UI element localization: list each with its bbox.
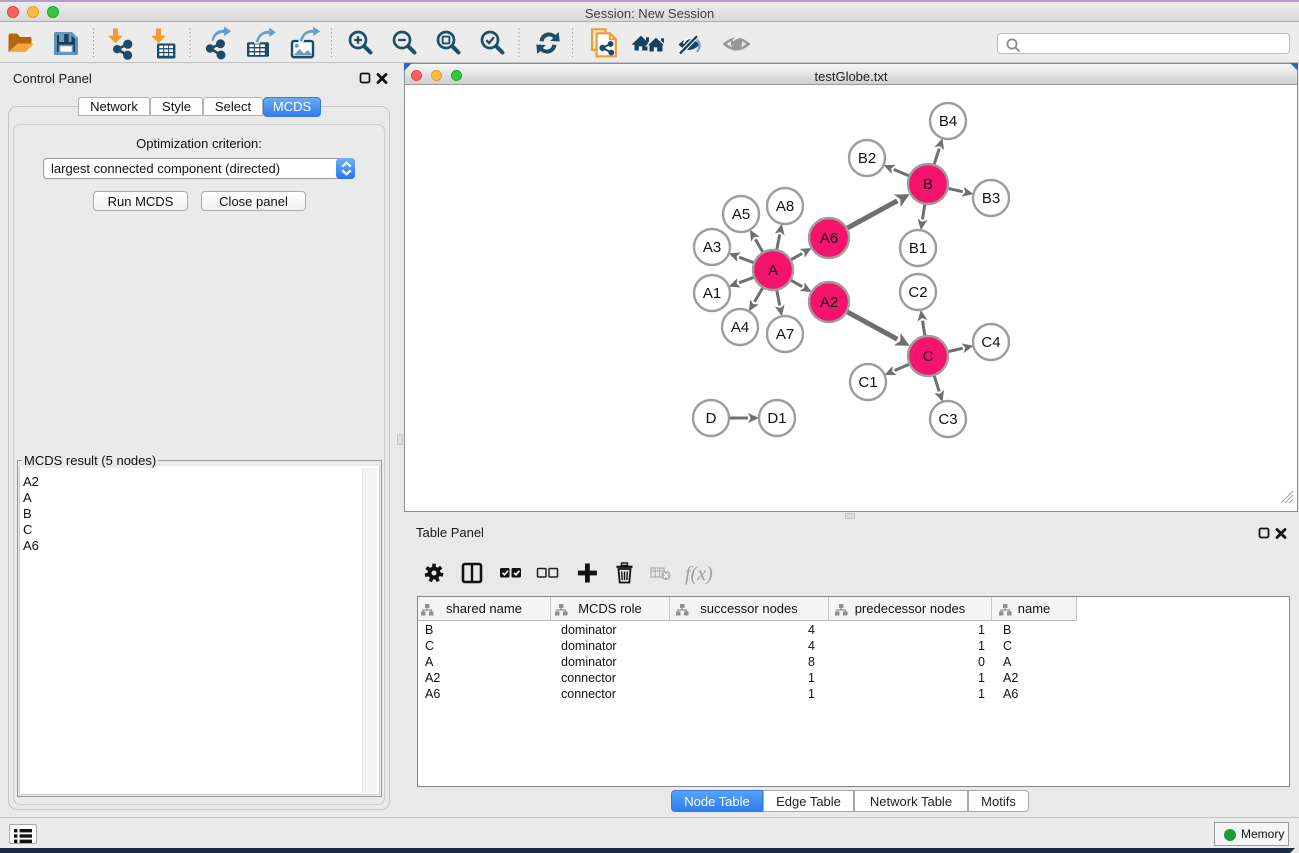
svg-text:B4: B4	[939, 113, 957, 130]
svg-text:f(x): f(x)	[685, 563, 713, 585]
svg-text:B3: B3	[982, 190, 1000, 207]
svg-text:B: B	[923, 176, 933, 193]
svg-text:A6: A6	[820, 230, 838, 247]
svg-text:A4: A4	[731, 319, 749, 336]
svg-text:A2: A2	[820, 294, 838, 311]
svg-text:C3: C3	[938, 411, 957, 428]
svg-text:C2: C2	[908, 284, 927, 301]
svg-text:C: C	[923, 348, 934, 365]
svg-text:D1: D1	[767, 410, 786, 427]
svg-text:C1: C1	[858, 374, 877, 391]
svg-text:B2: B2	[858, 150, 876, 167]
svg-text:B1: B1	[909, 240, 927, 257]
svg-text:A7: A7	[776, 326, 794, 343]
svg-text:A8: A8	[776, 198, 794, 215]
svg-text:A1: A1	[703, 285, 721, 302]
svg-text:A5: A5	[732, 206, 750, 223]
svg-text:A3: A3	[703, 239, 721, 256]
svg-text:C4: C4	[981, 334, 1000, 351]
svg-text:A: A	[768, 262, 778, 279]
svg-text:D: D	[706, 410, 717, 427]
